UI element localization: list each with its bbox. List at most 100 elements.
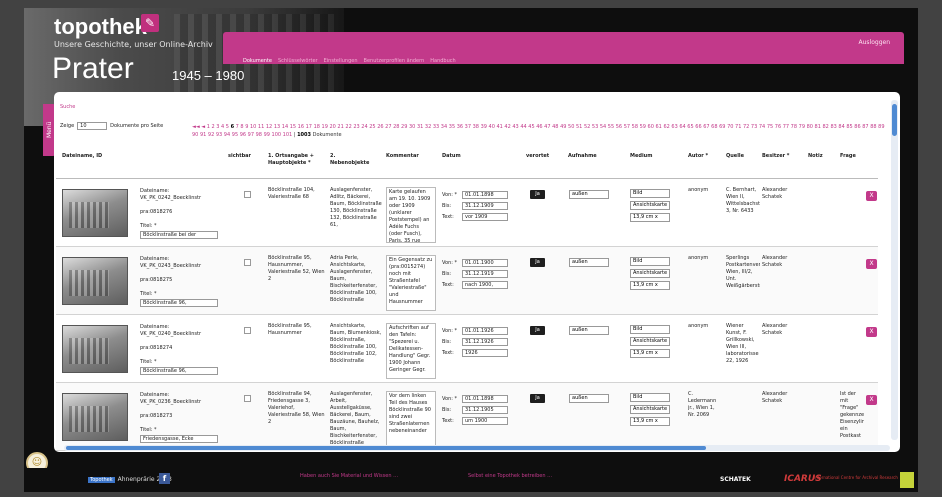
col-notiz[interactable]: Notiz [808, 153, 823, 160]
title-input[interactable]: Böcklinstraße 96, [140, 367, 218, 375]
size-input[interactable]: 13,9 cm x [630, 417, 670, 426]
horizontal-scroll-thumb[interactable] [66, 446, 706, 450]
autor-value[interactable]: C. Ledermann jr., Wien 1, Nr. 2069 [688, 391, 722, 449]
verortet-badge[interactable]: Ja [530, 326, 545, 335]
verortet-badge[interactable]: Ja [530, 190, 545, 199]
logout-link[interactable]: Ausloggen [859, 39, 890, 46]
col-besitzer[interactable]: Besitzer * [762, 153, 789, 160]
vertical-scroll-thumb[interactable] [892, 104, 897, 136]
verortet-badge[interactable]: Ja [530, 394, 545, 403]
bis-input[interactable]: 31.12.1926 [462, 337, 508, 346]
date-text-input[interactable]: vor 1909 [462, 212, 508, 221]
document-thumbnail[interactable] [62, 325, 128, 373]
quelle-value[interactable]: Wiener Kunst, F. Grillkowski, Wien III, … [726, 323, 760, 381]
bis-input[interactable]: 31.12.1909 [462, 201, 508, 210]
visible-checkbox[interactable] [244, 395, 251, 402]
date-text-input[interactable]: nach 1900, [462, 280, 508, 289]
medium-select[interactable]: Bild [630, 393, 670, 402]
nebenobjekte-value[interactable]: Ansichtskarte, Baum, Blumenkiosk, Böckli… [330, 323, 382, 381]
col-sichtbar[interactable]: sichtbar [228, 153, 251, 160]
document-thumbnail[interactable] [62, 393, 128, 441]
pagination-prev[interactable]: ◄◄ ◄ [192, 124, 205, 130]
col-aufnahme[interactable]: Aufnahme [568, 153, 597, 160]
aufnahme-select[interactable]: außen [569, 326, 609, 335]
frage-value[interactable] [840, 255, 864, 313]
nebenobjekte-value[interactable]: Auslagenfenster, Arbeit, Ausstellgaküsse… [330, 391, 382, 449]
kommentar-field[interactable]: Ein Gegensatz zu (pra:0015274) noch mit … [386, 255, 436, 311]
nebenobjekte-value[interactable]: Adria Perle, Ansichtskarte, Auslagenfens… [330, 255, 382, 313]
frage-value[interactable] [840, 323, 864, 381]
besitzer-value[interactable]: Alexander Schatek [762, 255, 802, 313]
von-input[interactable]: 01.01.1900 [462, 258, 508, 267]
facebook-icon[interactable]: f [159, 473, 170, 484]
nav-dokumente[interactable]: Dokumente [243, 58, 272, 68]
von-input[interactable]: 01.01.1898 [462, 394, 508, 403]
von-input[interactable]: 01.01.1898 [462, 190, 508, 199]
medium-type-select[interactable]: Ansichtskarte [630, 337, 670, 346]
von-input[interactable]: 01.01.1926 [462, 326, 508, 335]
size-input[interactable]: 13,9 cm x [630, 213, 670, 222]
verortet-badge[interactable]: Ja [530, 258, 545, 267]
quelle-value[interactable] [726, 391, 760, 449]
col-kommentar[interactable]: Kommentar [386, 153, 419, 160]
horizontal-scrollbar[interactable] [64, 445, 890, 451]
col-verortet[interactable]: verortet [526, 153, 549, 160]
nav-schluesselwoerter[interactable]: Schlüsselwörter [278, 58, 318, 68]
autor-value[interactable]: anonym [688, 255, 722, 313]
document-thumbnail[interactable] [62, 257, 128, 305]
bis-input[interactable]: 31.12.1905 [462, 405, 508, 414]
delete-button[interactable]: X [866, 395, 877, 405]
pagination-pages-before[interactable]: 1 2 3 4 5 [207, 124, 229, 130]
kommentar-field[interactable]: Karte gelaufen am 19. 10. 1909 oder 1909… [386, 187, 436, 243]
visible-checkbox[interactable] [244, 327, 251, 334]
ortsangabe-value[interactable]: Böcklinstraße 94, Friedensgasse 3, Valer… [268, 391, 326, 449]
footer-link-material[interactable]: Haben auch Sie Material und Wissen … [300, 473, 400, 480]
vertical-scrollbar[interactable] [891, 100, 898, 440]
autor-value[interactable]: anonym [688, 187, 722, 245]
nav-benutzerprofil[interactable]: Benutzerprofilen ändern [364, 58, 425, 68]
per-page-select[interactable]: 10 [77, 122, 108, 130]
bis-input[interactable]: 31.12.1919 [462, 269, 508, 278]
besitzer-value[interactable]: Alexander Schatek [762, 187, 802, 245]
document-thumbnail[interactable] [62, 189, 128, 237]
quelle-value[interactable]: Sperlings Postkartenverlag, Wien, III/2,… [726, 255, 760, 313]
delete-button[interactable]: X [866, 327, 877, 337]
topothek-logo[interactable]: topothek [54, 14, 147, 40]
visible-checkbox[interactable] [244, 259, 251, 266]
size-input[interactable]: 13,9 cm x [630, 281, 670, 290]
besitzer-value[interactable]: Alexander Schatek [762, 391, 802, 449]
title-input[interactable]: Friedensgasse, Ecke [140, 435, 218, 443]
col-autor[interactable]: Autor * [688, 153, 708, 160]
nebenobjekte-value[interactable]: Auslagenfenster, Adlitz, Bäckerei, Baum,… [330, 187, 382, 245]
quelle-value[interactable]: C. Bernhart, Wien II, Wittelsbachstrasse… [726, 187, 760, 245]
size-input[interactable]: 13,9 cm x [630, 349, 670, 358]
date-text-input[interactable]: um 1900 [462, 416, 508, 425]
medium-type-select[interactable]: Ansichtskarte [630, 201, 670, 210]
col-medium[interactable]: Medium [630, 153, 652, 160]
medium-select[interactable]: Bild [630, 257, 670, 266]
aufnahme-select[interactable]: außen [569, 190, 609, 199]
medium-select[interactable]: Bild [630, 325, 670, 334]
sponsor-logo-icon[interactable] [900, 472, 914, 488]
col-quelle[interactable]: Quelle [726, 153, 744, 160]
col-dateiname[interactable]: Dateiname, ID [62, 153, 102, 160]
visible-checkbox[interactable] [244, 191, 251, 198]
search-link[interactable]: Suche [60, 104, 75, 110]
nav-handbuch[interactable]: Handbuch [430, 58, 455, 68]
medium-type-select[interactable]: Ansichtskarte [630, 269, 670, 278]
col-ortsangabe[interactable]: 1. Ortsangabe + Hauptobjekte * [268, 153, 324, 167]
title-input[interactable]: Böcklinstraße bei der [140, 231, 218, 239]
kommentar-field[interactable]: Vor dem linken Teil des Hauses Böcklinst… [386, 391, 436, 447]
delete-button[interactable]: X [866, 259, 877, 269]
col-nebenobjekte[interactable]: 2. Nebenobjekte [330, 153, 370, 167]
frage-value[interactable] [840, 187, 864, 245]
col-frage[interactable]: Frage [840, 153, 856, 160]
aufnahme-select[interactable]: außen [569, 394, 609, 403]
sponsor-schatek[interactable]: SCHATEK [720, 476, 751, 483]
delete-button[interactable]: X [866, 191, 877, 201]
kommentar-field[interactable]: Aufschriften auf den Tafeln: "Spezerei u… [386, 323, 436, 379]
date-text-input[interactable]: 1926 [462, 348, 508, 357]
besitzer-value[interactable]: Alexander Schatek [762, 323, 802, 381]
aufnahme-select[interactable]: außen [569, 258, 609, 267]
ortsangabe-value[interactable]: Böcklinstraße 95, Hausnummer [268, 323, 326, 381]
